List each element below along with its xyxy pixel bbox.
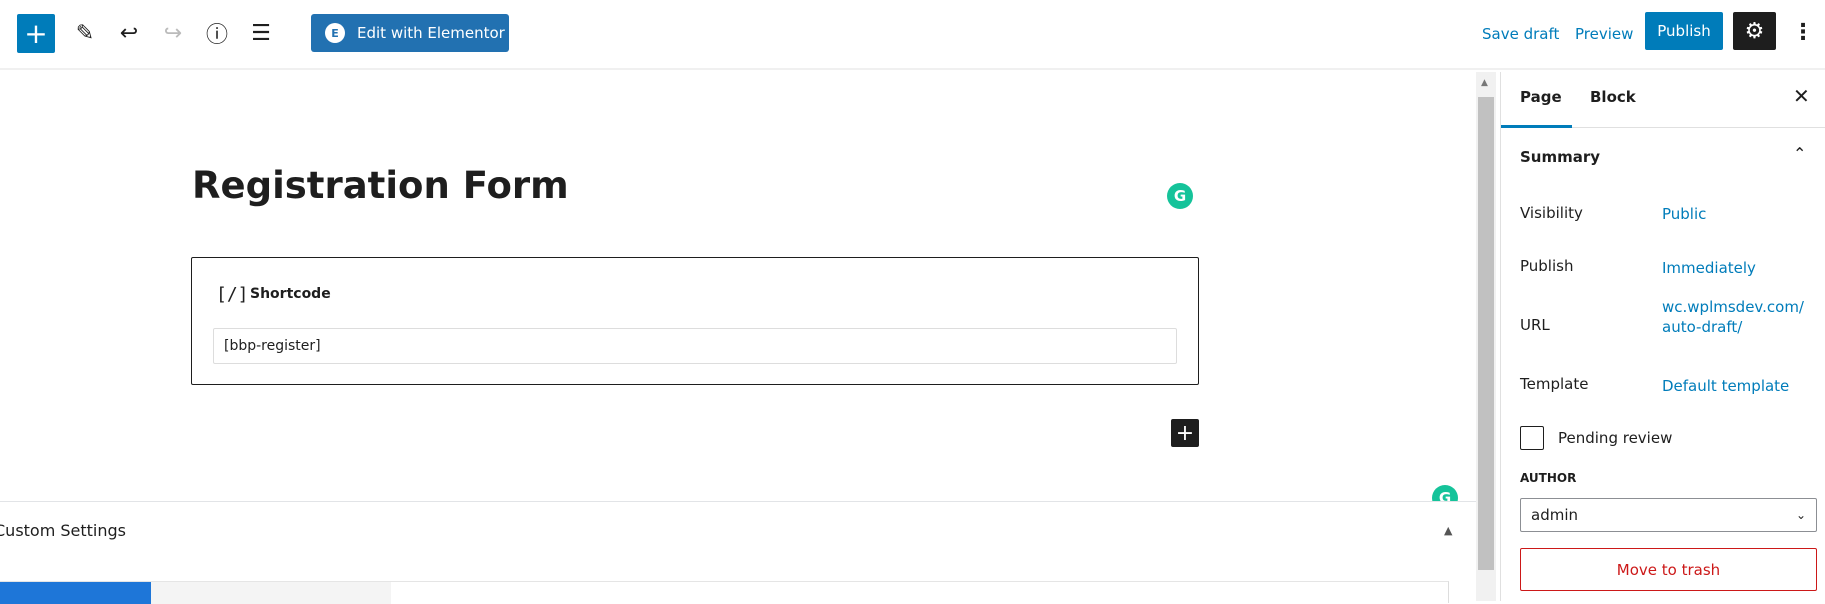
undo-button[interactable]: ↩ [112, 16, 146, 50]
pending-review-label[interactable]: Pending review [1558, 429, 1672, 447]
pencil-icon: ✎ [75, 20, 95, 46]
publish-value[interactable]: Immediately [1662, 258, 1756, 278]
settings-sidebar: Page Block ✕ Summary ⌃ Visibility Public… [1500, 72, 1825, 601]
author-select[interactable]: admin ⌄ [1520, 498, 1817, 532]
scrollbar-thumb[interactable] [1478, 97, 1494, 570]
custom-settings-panel: Custom Settings ▲ [0, 501, 1476, 604]
author-label: AUTHOR [1520, 471, 1577, 485]
publish-button[interactable]: Publish [1645, 12, 1723, 50]
url-label: URL [1520, 316, 1550, 334]
save-draft-button[interactable]: Save draft [1482, 25, 1559, 43]
author-value: admin [1531, 506, 1578, 524]
pending-review-checkbox[interactable] [1520, 426, 1544, 450]
redo-button[interactable]: ↪ [156, 16, 190, 50]
visibility-label: Visibility [1520, 204, 1583, 222]
grammarly-icon[interactable]: G [1167, 183, 1193, 209]
list-view-icon: ☰ [251, 20, 271, 46]
inline-add-block-button[interactable]: + [1171, 419, 1199, 447]
close-icon[interactable]: ✕ [1793, 84, 1810, 108]
tab-page[interactable]: Page [1520, 88, 1562, 106]
collapse-triangle-icon[interactable]: ▲ [1444, 524, 1452, 537]
edit-with-elementor-button[interactable]: E Edit with Elementor [311, 14, 509, 52]
elementor-button-label: Edit with Elementor [357, 24, 505, 42]
template-value[interactable]: Default template [1662, 376, 1789, 396]
plus-icon: + [24, 16, 48, 50]
settings-button[interactable]: ⚙ [1733, 12, 1776, 50]
chevron-down-icon: ⌄ [1795, 508, 1806, 522]
more-options-button[interactable]: ⋮ [1792, 14, 1814, 50]
editor-toolbar: + ✎ ↩ ↪ ⓘ ☰ E Edit with Elementor Save d… [0, 0, 1825, 70]
custom-settings-title[interactable]: Custom Settings [0, 521, 126, 540]
plus-icon: + [1175, 420, 1195, 446]
url-value[interactable]: wc.wplmsdev.com/auto-draft/ [1662, 297, 1812, 337]
vertical-dots-icon: ⋮ [1792, 19, 1814, 45]
publish-label: Publish [1520, 257, 1574, 275]
editor-scrollbar[interactable]: ▲ [1476, 72, 1496, 601]
custom-settings-tabs [0, 581, 1449, 604]
redo-icon: ↪ [163, 20, 183, 46]
add-block-button[interactable]: + [17, 14, 55, 53]
template-label: Template [1520, 375, 1589, 393]
preview-button[interactable]: Preview [1575, 25, 1633, 43]
details-button[interactable]: ⓘ [200, 16, 234, 50]
visibility-value[interactable]: Public [1662, 204, 1706, 224]
post-title[interactable]: Registration Form [192, 164, 569, 207]
shortcode-block[interactable]: [/] Shortcode [191, 257, 1199, 385]
chevron-up-icon[interactable]: ⌃ [1793, 144, 1806, 163]
info-icon: ⓘ [205, 23, 228, 48]
summary-title[interactable]: Summary [1520, 148, 1600, 166]
tools-button[interactable]: ✎ [68, 16, 102, 50]
list-view-button[interactable]: ☰ [244, 16, 278, 50]
active-tab-indicator [1501, 125, 1572, 128]
tab-block[interactable]: Block [1590, 88, 1636, 106]
gear-icon: ⚙ [1744, 18, 1765, 44]
block-label: Shortcode [250, 286, 331, 302]
elementor-logo-icon: E [325, 23, 345, 43]
scroll-up-icon[interactable]: ▲ [1481, 78, 1488, 88]
undo-icon: ↩ [119, 20, 139, 46]
shortcode-input[interactable] [213, 328, 1177, 364]
move-to-trash-button[interactable]: Move to trash [1520, 548, 1817, 591]
shortcode-icon: [/] [216, 284, 249, 305]
